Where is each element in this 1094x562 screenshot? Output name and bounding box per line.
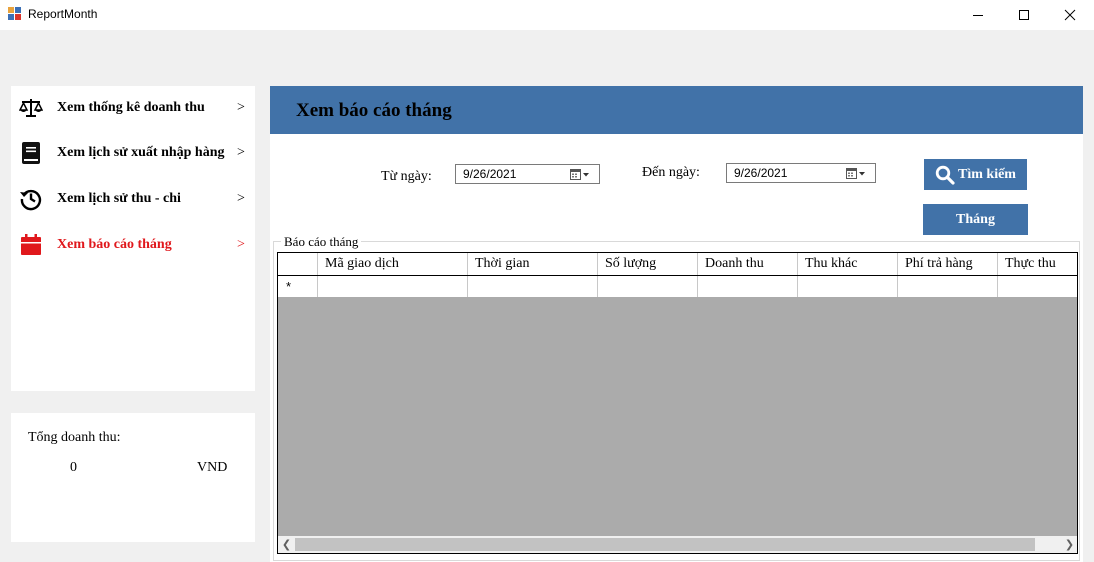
column-header[interactable]: Thực thu [998,253,1077,275]
sidebar: Xem thống kê doanh thu > Xem lịch sử xuấ… [11,86,255,391]
close-button[interactable] [1047,0,1093,30]
from-date-picker[interactable]: 9/26/2021 [455,164,600,184]
scroll-right-icon[interactable]: ❯ [1061,536,1077,553]
sidebar-item-income-expense-history[interactable]: Xem lịch sử thu - chi > [11,184,255,214]
sidebar-item-label: Xem báo cáo tháng [57,237,172,252]
maximize-button[interactable] [1001,0,1047,30]
horizontal-scrollbar[interactable]: ❮ ❯ [278,536,1077,553]
new-row-marker: * [286,279,292,294]
table-cell[interactable] [798,276,898,297]
search-button[interactable]: Tìm kiếm [924,159,1027,190]
month-button-label: Tháng [956,211,995,227]
revenue-summary: Tổng doanh thu: 0 VND [11,413,255,542]
sidebar-item-import-export-history[interactable]: Xem lịch sử xuất nhập hàng > [11,138,255,168]
column-header[interactable]: Mã giao dịch [318,253,468,275]
column-header[interactable]: Thời gian [468,253,598,275]
table-cell[interactable] [468,276,598,297]
history-icon [20,189,42,211]
calendar-dropdown-icon [846,168,865,179]
table-cell[interactable] [898,276,998,297]
sidebar-item-label: Xem lịch sử xuất nhập hàng [57,145,225,160]
column-header[interactable]: Phí trả hàng [898,253,998,275]
balance-scale-icon [19,99,43,117]
scroll-left-icon[interactable]: ❮ [278,536,295,553]
column-header[interactable]: Số lượng [598,253,698,275]
close-icon [1064,9,1076,21]
sidebar-item-label: Xem thống kê doanh thu [57,100,205,115]
window-title: ReportMonth [28,7,98,21]
row-header-corner [278,253,318,275]
grid-header: Mã giao dịch Thời gian Số lượng Doanh th… [278,253,1077,276]
row-header[interactable]: * [278,276,318,297]
main-panel: Xem báo cáo tháng Từ ngày: 9/26/2021 Đến… [270,86,1083,562]
chevron-right-icon: > [237,100,245,115]
total-revenue-label: Tổng doanh thu: [28,430,121,445]
column-header[interactable]: Doanh thu [698,253,798,275]
table-row-new[interactable]: * [278,276,1077,298]
app-icon [8,7,21,20]
to-date-picker[interactable]: 9/26/2021 [726,163,876,183]
search-button-label: Tìm kiếm [958,166,1016,182]
table-cell[interactable] [598,276,698,297]
month-button[interactable]: Tháng [923,204,1028,235]
to-date-value: 9/26/2021 [734,166,788,180]
report-grid[interactable]: Mã giao dịch Thời gian Số lượng Doanh th… [277,252,1078,554]
calendar-dropdown-icon [570,169,589,180]
from-date-label: Từ ngày: [381,169,432,184]
total-revenue-value: 0 [70,460,77,475]
monthly-report-groupbox: Báo cáo tháng Mã giao dịch Thời gian Số … [273,234,1080,561]
table-cell[interactable] [698,276,798,297]
chevron-right-icon: > [237,145,245,160]
search-icon [935,165,955,185]
minimize-icon [973,15,983,16]
title-bar: ReportMonth [0,0,1094,30]
maximize-icon [1019,10,1029,20]
table-cell[interactable] [318,276,468,297]
chevron-right-icon: > [237,191,245,206]
header-bar: Xem báo cáo tháng [270,86,1083,134]
to-date-label: Đến ngày: [642,165,700,180]
calendar-icon [21,234,41,255]
book-icon [22,142,40,164]
sidebar-item-monthly-report[interactable]: Xem báo cáo tháng > [11,230,255,260]
minimize-button[interactable] [955,0,1001,30]
page-title: Xem báo cáo tháng [296,100,452,121]
from-date-value: 9/26/2021 [463,167,517,181]
groupbox-title: Báo cáo tháng [281,234,362,250]
column-header[interactable]: Thu khác [798,253,898,275]
currency-unit: VND [197,460,228,475]
sidebar-item-revenue-stats[interactable]: Xem thống kê doanh thu > [11,93,255,123]
table-cell[interactable] [998,276,1077,297]
chevron-right-icon: > [237,237,245,252]
sidebar-item-label: Xem lịch sử thu - chi [57,191,181,206]
scrollbar-thumb[interactable] [295,538,1035,551]
